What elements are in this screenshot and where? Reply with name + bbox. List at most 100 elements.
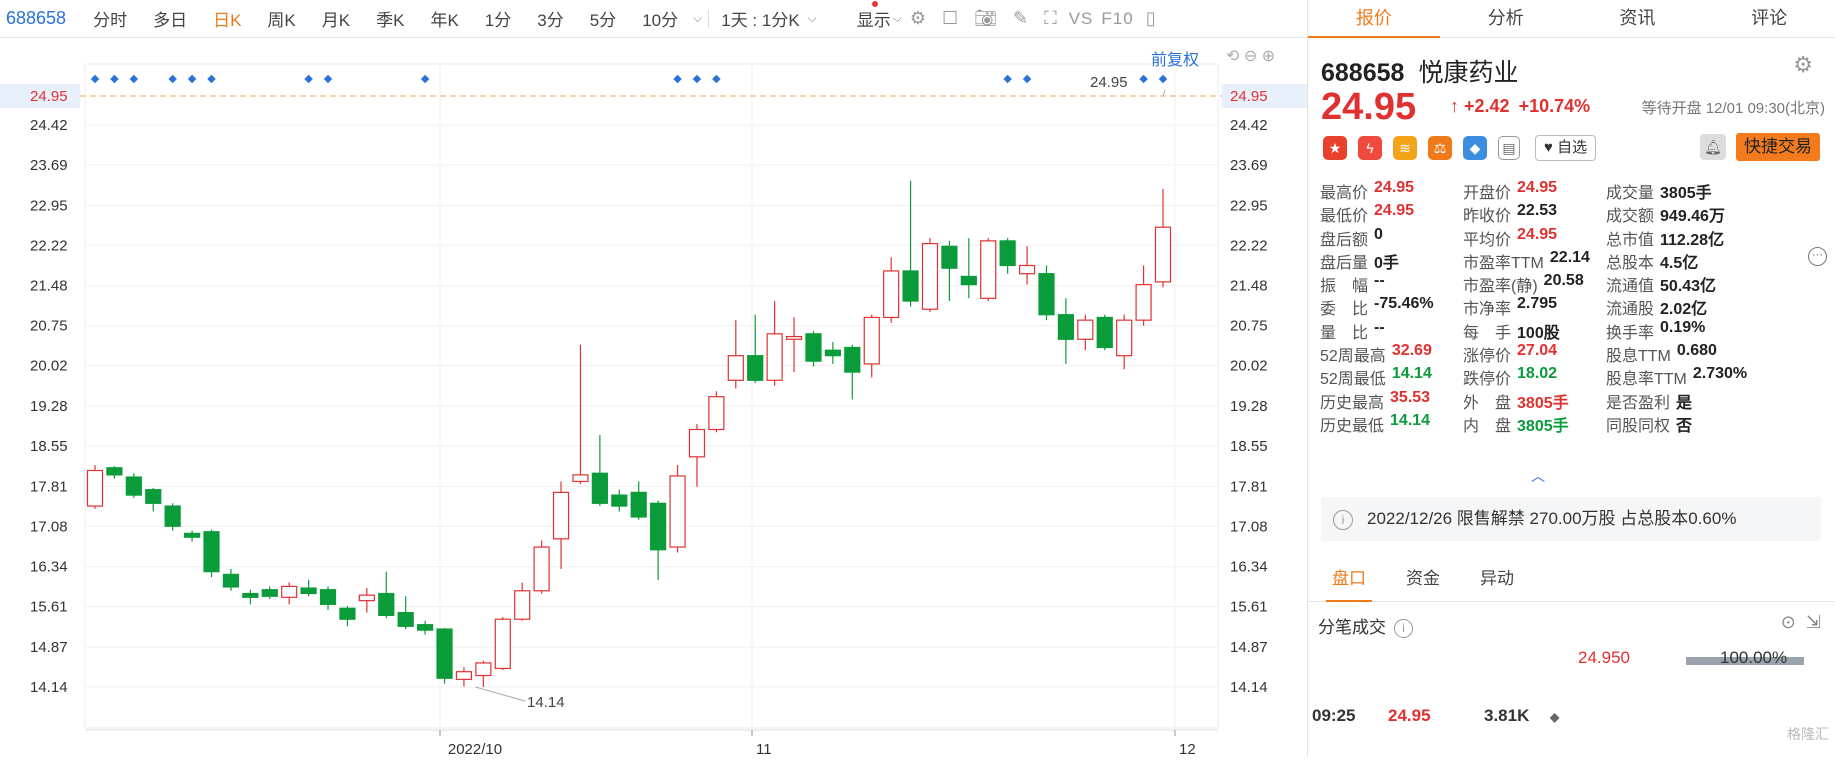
notes-icon[interactable]: ▤: [1498, 136, 1520, 160]
undo-icon[interactable]: ⟲: [1226, 48, 1239, 65]
kline-chart[interactable]: 24.95 24.95 24.42 24.42 23.69 23.69 22.95 22.95…: [0, 38, 1307, 758]
more-options-icon[interactable]: ···: [1808, 247, 1827, 266]
quote-tabs: 报价 分析 资讯 评论: [1308, 0, 1835, 38]
zoom-in-icon[interactable]: ⊕: [1262, 48, 1275, 65]
period-tab[interactable]: 日K: [213, 6, 241, 31]
pen-icon[interactable]: ✎: [1013, 8, 1028, 29]
stat-label: 同股同权: [1606, 417, 1671, 435]
y-tick-left: 17.81: [30, 478, 68, 495]
info-icon[interactable]: i: [1394, 619, 1413, 639]
draw-box-icon[interactable]: ☐: [942, 8, 958, 29]
stats-grid: 最高价 24.95 开盘价 24.95 成交量 3805手 最低价 24.95 昨收价 22.53…: [1320, 179, 1830, 435]
bell-icon[interactable]: 🔔︎: [1700, 134, 1726, 160]
x-tick-label: 12: [1179, 741, 1196, 757]
period-tab[interactable]: 分时: [93, 6, 127, 31]
stat-label: 52周最低: [1320, 371, 1386, 389]
stat-label: 市盈率(静): [1463, 278, 1538, 296]
vol-dist-percent: 100.00%: [1720, 648, 1788, 667]
more-periods-icon[interactable]: ⌵: [693, 11, 702, 26]
y-tick-left: 20.75: [30, 318, 68, 335]
scale-icon[interactable]: ⚖: [1428, 136, 1452, 160]
lightning-icon[interactable]: ϟ: [1358, 136, 1382, 160]
candle-body: [494, 618, 511, 670]
trade-time: 09:25: [1312, 706, 1356, 725]
period-tab[interactable]: 5分: [590, 6, 616, 31]
stat-cell: 流通值 50.43亿: [1606, 272, 1776, 295]
stock-code[interactable]: 688658: [6, 8, 66, 29]
period-tab[interactable]: 周K: [267, 6, 295, 31]
stats-row: 盘后额 0 平均价 24.95 总市值 112.28亿: [1320, 226, 1830, 249]
bottom-tab[interactable]: 盘口: [1326, 556, 1372, 602]
quote-tab[interactable]: 报价: [1308, 0, 1440, 38]
stat-value: 20.58: [1543, 272, 1584, 290]
stat-value: 24.95: [1517, 225, 1558, 243]
stat-cell: 同股同权否: [1606, 412, 1776, 435]
period-tab[interactable]: 1分: [485, 6, 511, 31]
event-marker: [420, 74, 430, 84]
fullscreen-icon[interactable]: ⛶: [1044, 8, 1057, 29]
zoom-out-icon[interactable]: ⊖: [1244, 48, 1257, 65]
stat-value: 2.795: [1517, 295, 1558, 313]
y-tick-right: 18.55: [1230, 438, 1268, 455]
candle-body: [106, 467, 123, 476]
candle-body: [883, 270, 900, 319]
stat-label: 股息率TTM: [1606, 371, 1687, 389]
stats-row: 最低价 24.95 昨收价 22.53 成交额 949.46万: [1320, 202, 1830, 225]
period-tab[interactable]: 季K: [376, 6, 404, 31]
market-status: 等待开盘 12/01 09:30(北京): [1641, 100, 1825, 117]
chart-zoom-controls: ⟲ ⊖ ⊕: [1226, 46, 1275, 66]
candle-body: [1057, 314, 1075, 340]
stat-value: --: [1374, 318, 1385, 336]
stat-label: 52周最高: [1320, 348, 1386, 366]
quote-tab[interactable]: 资讯: [1572, 0, 1704, 37]
china-flag-icon[interactable]: ★: [1323, 136, 1347, 160]
high-annotation: 24.95: [1090, 74, 1128, 91]
sidebar-toggle-icon[interactable]: ▯: [1146, 8, 1156, 29]
f10-button[interactable]: F10: [1101, 9, 1133, 29]
more-circle-icon[interactable]: ⊙: [1781, 612, 1796, 632]
period-tab[interactable]: 3分: [537, 6, 563, 31]
interval-select[interactable]: 1天 : 1分K: [721, 6, 799, 31]
y-tick-right: 17.81: [1230, 478, 1268, 495]
candle-body: [630, 491, 647, 518]
candle-body: [436, 628, 453, 679]
period-tab[interactable]: 年K: [430, 6, 458, 31]
vs-button[interactable]: VS: [1069, 9, 1094, 29]
quick-trade-button[interactable]: 快捷交易: [1736, 133, 1820, 161]
candle-body: [611, 494, 628, 507]
bottom-tab[interactable]: 资金: [1406, 556, 1440, 601]
stat-cell: 成交额 949.46万: [1606, 202, 1776, 225]
candle-body: [475, 662, 492, 677]
last-price: 24.95: [1321, 86, 1417, 128]
coins-icon[interactable]: ≋: [1393, 136, 1417, 160]
bottom-tab[interactable]: 异动: [1480, 556, 1514, 601]
settings-icon[interactable]: ⚙: [910, 8, 926, 29]
chart-svg[interactable]: 24.95 24.95 24.42 24.42 23.69 23.69 22.95 22.95…: [0, 38, 1307, 758]
quote-tab[interactable]: 分析: [1440, 0, 1572, 37]
change-percent: +10.74%: [1518, 96, 1591, 116]
expand-icon[interactable]: ⇲: [1806, 612, 1821, 632]
screenshot-icon[interactable]: 📷︎: [974, 8, 997, 29]
candle-body: [397, 612, 414, 627]
stat-value: 是: [1676, 394, 1693, 412]
tag-icon[interactable]: ◆: [1463, 136, 1487, 160]
collapse-icon[interactable]: ︿: [1531, 466, 1545, 486]
change-value: +2.42: [1464, 96, 1510, 116]
period-tab[interactable]: 多日: [153, 6, 187, 31]
stats-row: 52周最低 14.14 跌停价 18.02 股息率TTM 2.730%: [1320, 365, 1830, 388]
fuquan-button[interactable]: 前复权: [1151, 46, 1199, 70]
quote-tab[interactable]: 评论: [1703, 0, 1835, 37]
period-tab[interactable]: 月K: [322, 6, 350, 31]
vol-dist-price: 24.950: [1578, 648, 1630, 667]
unlock-notice[interactable]: i 2022/12/26 限售解禁 270.00万股 占总股本0.60%: [1321, 497, 1821, 541]
chevron-down-icon[interactable]: ⌵: [893, 11, 902, 26]
stat-label: 总市值: [1606, 231, 1655, 249]
gear-icon[interactable]: ⚙: [1793, 52, 1813, 78]
chevron-down-icon[interactable]: ⌵: [808, 11, 817, 26]
y-tick-right: 14.14: [1230, 679, 1268, 696]
stat-label: 换手率: [1606, 324, 1655, 342]
period-tab[interactable]: 10分: [642, 6, 678, 31]
y-tick-right: 21.48: [1230, 278, 1268, 295]
display-menu[interactable]: 显示: [857, 6, 891, 31]
add-watchlist-button[interactable]: ♥ 自选: [1535, 135, 1597, 161]
